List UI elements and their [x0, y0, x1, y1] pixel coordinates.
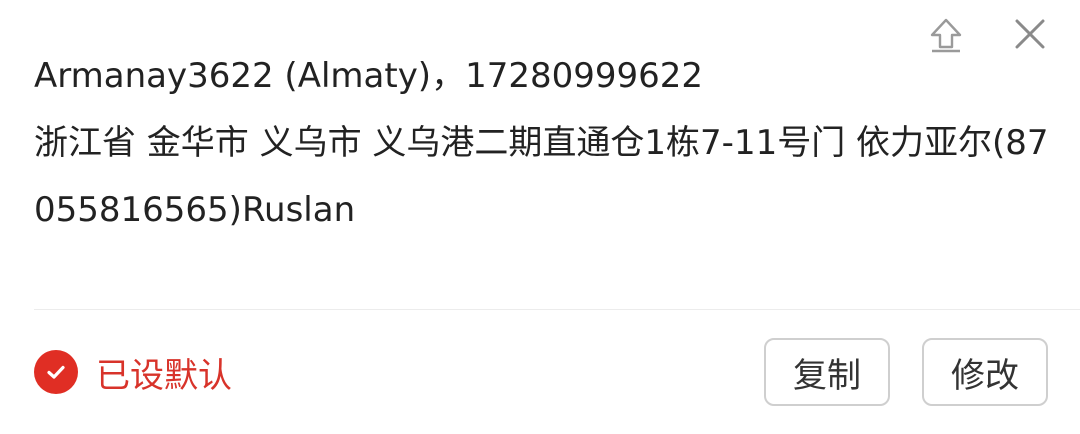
divider — [34, 309, 1080, 310]
edit-button[interactable]: 修改 — [922, 338, 1048, 406]
default-address-toggle[interactable]: 已设默认 — [34, 348, 232, 397]
check-circle-icon — [34, 350, 78, 394]
card-footer: 已设默认 复制 修改 — [34, 336, 1048, 408]
copy-button[interactable]: 复制 — [764, 338, 890, 406]
contact-line: Armanay3622 (Almaty)，17280999622 — [34, 56, 704, 96]
address-detail: 浙江省 金华市 义乌市 义乌港二期直通仓1栋7-11号门 依力亚尔(870558… — [34, 123, 1049, 230]
address-block[interactable]: Armanay3622 (Almaty)，17280999622 浙江省 金华市… — [34, 50, 1054, 244]
default-label: 已设默认 — [96, 355, 232, 396]
action-buttons: 复制 修改 — [764, 338, 1048, 406]
address-card: Armanay3622 (Almaty)，17280999622 浙江省 金华市… — [0, 0, 1080, 434]
